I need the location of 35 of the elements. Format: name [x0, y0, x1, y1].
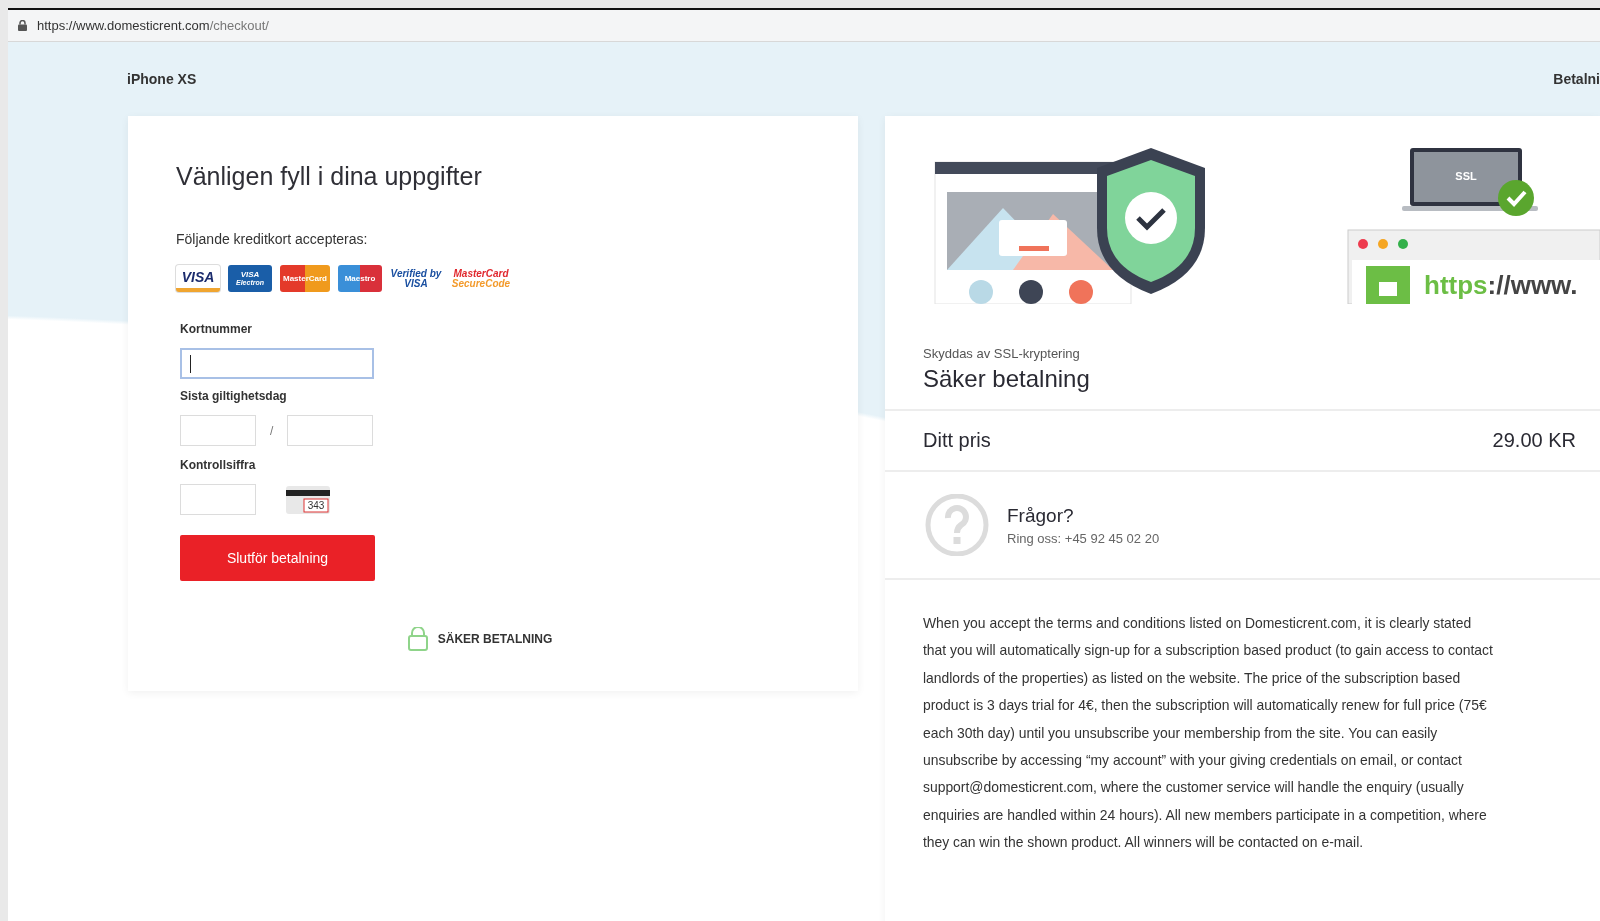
secure-payment-title: Säker betalning: [923, 365, 1090, 393]
address-bar[interactable]: https://www.domesticrent.com/checkout/: [8, 8, 1600, 42]
card-logo: Maestro: [338, 265, 382, 292]
price-value: 29.00 KR: [1492, 429, 1576, 452]
lock-icon: [18, 20, 27, 31]
question-icon: [923, 494, 991, 556]
year-field[interactable]: [287, 415, 374, 446]
card-logo: VISA: [176, 265, 220, 292]
ssl-subtitle: Skyddas av SSL-kryptering: [923, 346, 1081, 361]
ssl-text: SSL: [1455, 170, 1477, 182]
lock-icon: [407, 627, 428, 651]
price-label: Ditt pris: [923, 429, 991, 452]
card-logo: Verified by VISA: [390, 266, 442, 291]
secure-payment-note: SÄKER BETALNING: [437, 632, 553, 646]
cvc-hint: 343: [307, 499, 325, 511]
url-text: https://www.domesticrent.com/checkout/: [37, 18, 269, 33]
questions-title: Frågor?: [1007, 504, 1075, 527]
month-field[interactable]: [180, 415, 256, 446]
cvc-field[interactable]: [180, 484, 256, 515]
form-title: Vänligen fyll i dina uppgifter: [176, 162, 483, 191]
card-number-field[interactable]: [180, 348, 374, 379]
terms-paragraph: When you accept the terms and conditions listed on Domesticrent.com, it is clearly stated that you will automatically sign-up for a subscription based product (to gain access to contact landlords of the properties) as listed on the website. The price of the subscription based product is 3 days trial for 4€, then the subscription will automatically renew for full price (75€ each 30th day) until you unsubscribe your membership from the site. You can easily unsubscribe by accessing “my account” with your giving credentials on email, or contact support@domesticrent.com, where the customer service will handle the enquiry (usually enquiries are handled within 24 hours). All new members participate in a competition, where they can win the shown product. All winners will be contacted on e-mail.: [922, 614, 1494, 853]
url-drawing-text: https://www.: [1424, 270, 1578, 300]
step-label: Betalni: [1553, 71, 1600, 87]
phone-text: Ring oss: +45 92 45 02 20: [1007, 530, 1160, 546]
product-name: iPhone XS: [127, 71, 197, 87]
card-logo: MasterCard: [280, 265, 330, 292]
card-logo: MasterCard SecureCode: [450, 266, 512, 291]
field-label: Sista giltighetsdag: [180, 389, 288, 403]
field-label: Kortnummer: [180, 322, 253, 336]
separator: /: [270, 423, 274, 438]
text-cursor: [190, 354, 191, 373]
cards-label: Följande kreditkort accepteras:: [176, 231, 369, 247]
field-label: Kontrollsiffra: [180, 458, 257, 472]
submit-button[interactable]: Slutför betalning: [180, 535, 375, 581]
